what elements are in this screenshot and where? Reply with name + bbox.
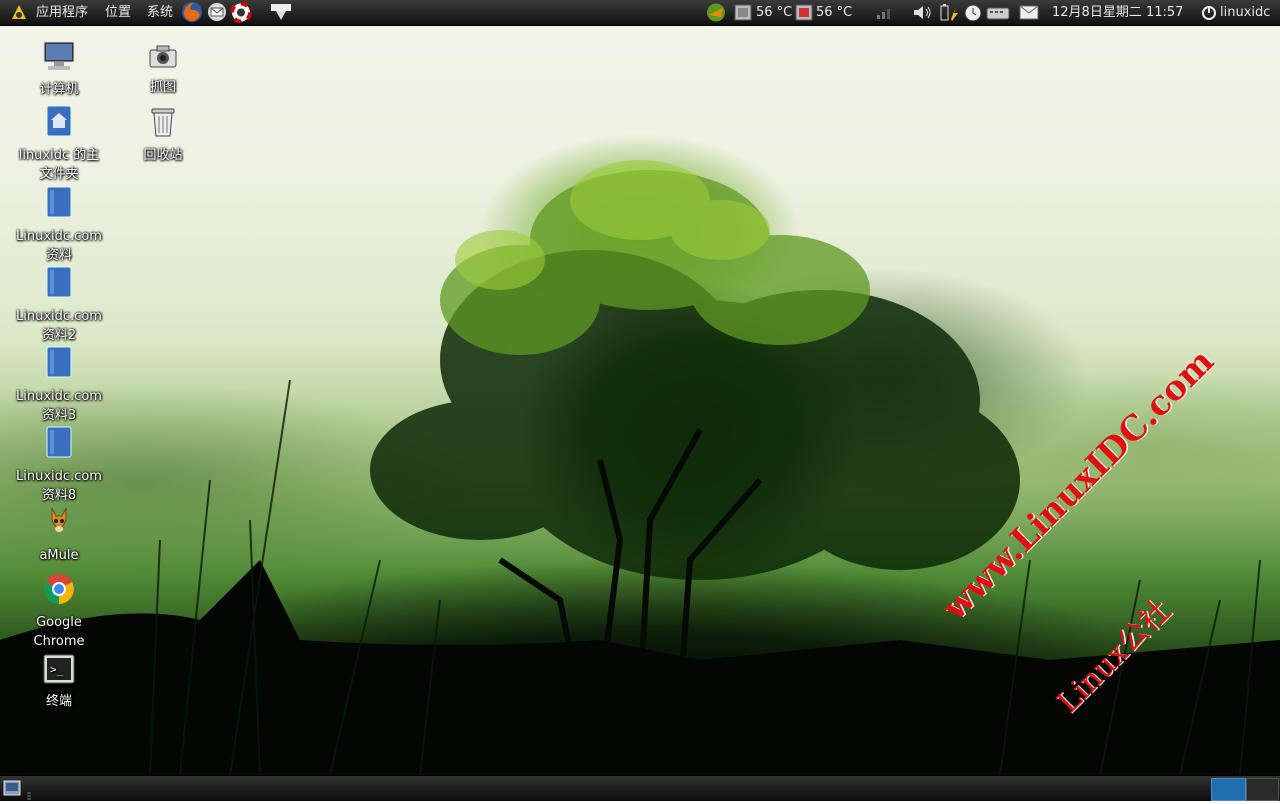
workspace-2[interactable] [1246, 778, 1279, 801]
desktop-icon-label: 回收站 [143, 148, 183, 163]
update-manager-icon[interactable] [705, 2, 727, 27]
messaging-envelope-icon[interactable] [1019, 5, 1039, 24]
desktop-icon-label: Google [36, 615, 82, 630]
desktop-icon-label: Linuxidc.com [16, 469, 102, 484]
desktop-icon-label: 资料2 [41, 328, 77, 343]
camera-icon [113, 44, 213, 76]
home-folder-icon [9, 104, 109, 144]
system-menu[interactable]: 系统 [147, 0, 173, 25]
trash-icon [113, 106, 213, 144]
desktop-icon-label: 资料8 [41, 488, 77, 503]
top-panel: 应用程序 位置 系统 56 °C 56 °C 12月8日星期二 11:57 li… [0, 0, 1280, 26]
clock-alarm-icon[interactable] [962, 3, 984, 26]
workspace-1[interactable] [1211, 778, 1246, 801]
desktop-icon-label: 资料3 [41, 408, 77, 423]
desktop-icon-label: Linuxidc.com [16, 229, 102, 244]
places-menu[interactable]: 位置 [105, 0, 131, 25]
clock-datetime[interactable]: 12月8日星期二 11:57 [1052, 0, 1183, 25]
applications-menu[interactable]: 应用程序 [36, 0, 88, 25]
desktop-icon-folder-data8[interactable]: Linuxidc.com 资料8 [9, 425, 109, 505]
terminal-icon: >_ [9, 654, 109, 690]
desktop-icon-label: aMule [39, 548, 79, 563]
panel-handle-icon[interactable] [27, 785, 31, 804]
bottom-panel [0, 775, 1280, 801]
desktop-icon-computer[interactable]: 计算机 [9, 40, 109, 99]
computer-icon [9, 40, 109, 78]
network-status-icon[interactable] [876, 6, 896, 24]
folder-icon [9, 345, 109, 385]
chrome-icon [9, 573, 109, 611]
cpu-temp-icon [733, 3, 753, 26]
help-lifebuoy-icon[interactable] [230, 1, 252, 27]
desktop-icon-label: Chrome [33, 634, 85, 649]
username-label[interactable]: linuxidc [1220, 0, 1270, 25]
show-desktop-icon[interactable] [3, 780, 21, 800]
desktop-icon-label: 计算机 [39, 82, 79, 97]
desktop-icon-label: linuxidc 的主 [18, 148, 100, 163]
gpu-temp-icon [794, 3, 814, 26]
desktop-icon-screenshot[interactable]: 抓图 [113, 44, 213, 97]
volume-icon[interactable] [912, 3, 934, 26]
desktop-icon-google-chrome[interactable]: Google Chrome [9, 573, 109, 651]
keyboard-indicator-icon[interactable] [986, 4, 1010, 25]
ubuntu-logo-icon[interactable] [9, 3, 29, 27]
session-power-icon[interactable] [1201, 5, 1217, 25]
desktop-icon-label: Linuxidc.com [16, 389, 102, 404]
desktop-icon-label: 终端 [45, 694, 72, 709]
desktop-icon-amule[interactable]: aMule [9, 506, 109, 565]
amule-icon [9, 506, 109, 544]
desktop-icon-label: 抓图 [149, 80, 176, 95]
desktop-icon-home-folder[interactable]: linuxidc 的主 文件夹 [9, 104, 109, 184]
desktop-icon-folder-data2[interactable]: Linuxidc.com 资料2 [9, 265, 109, 345]
svg-text:>_: >_ [50, 663, 64, 676]
gpu-temperature: 56 °C [816, 5, 853, 20]
folder-icon [9, 185, 109, 225]
folder-icon [9, 425, 109, 465]
folder-icon [9, 265, 109, 305]
desktop-icon-label: Linuxidc.com [16, 309, 102, 324]
desktop-icon-terminal[interactable]: >_ 终端 [9, 654, 109, 711]
desktop-icon-label: 资料 [45, 248, 72, 263]
battery-power-icon[interactable] [938, 3, 960, 26]
desktop-icon-folder-data[interactable]: Linuxidc.com 资料 [9, 185, 109, 265]
desktop-icon-folder-data3[interactable]: Linuxidc.com 资料3 [9, 345, 109, 425]
screenshot-tool-icon[interactable] [270, 3, 292, 26]
mail-client-icon[interactable] [206, 2, 228, 26]
firefox-icon[interactable] [181, 1, 203, 27]
cpu-temperature: 56 °C [756, 5, 793, 20]
desktop-icon-trash[interactable]: 回收站 [113, 106, 213, 165]
desktop-icon-label: 文件夹 [39, 167, 79, 182]
